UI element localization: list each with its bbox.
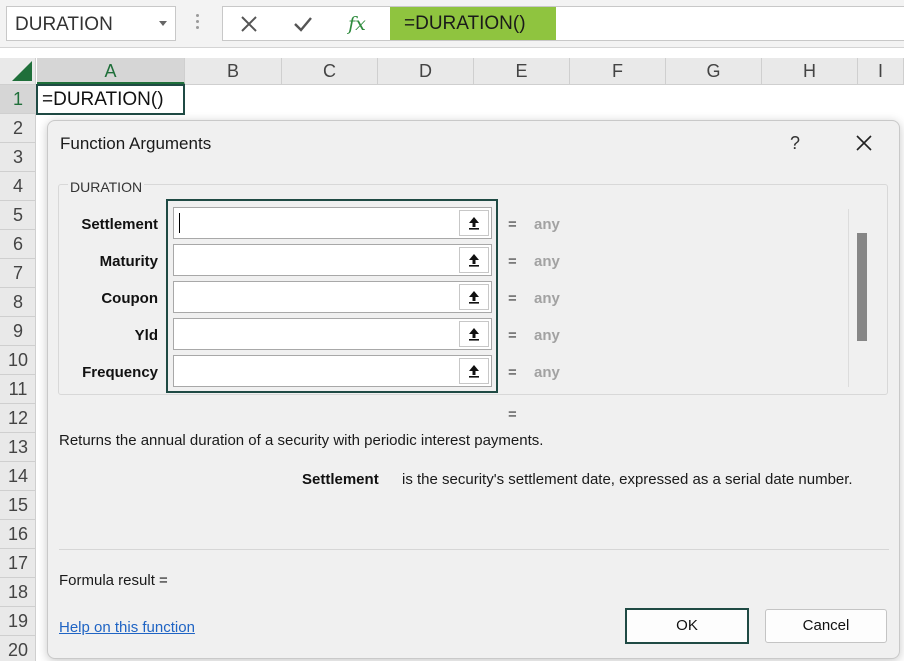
argument-label-coupon: Coupon (101, 290, 158, 307)
name-box[interactable]: DURATION (6, 6, 176, 41)
argument-description-label: Settlement (302, 471, 379, 488)
row-header-2[interactable]: 2 (0, 114, 36, 143)
row-header-1[interactable]: 1 (0, 85, 36, 114)
argument-input-yld[interactable] (173, 318, 492, 350)
argument-equals: = (508, 290, 517, 307)
argument-input-coupon[interactable] (173, 281, 492, 313)
row-header-10[interactable]: 10 (0, 346, 36, 375)
column-header-h[interactable]: H (762, 58, 858, 84)
row-header-17[interactable]: 17 (0, 549, 36, 578)
collapse-dialog-icon[interactable] (459, 358, 489, 384)
argument-input-frequency[interactable] (173, 355, 492, 387)
row-header-4[interactable]: 4 (0, 172, 36, 201)
collapse-dialog-icon[interactable] (459, 247, 489, 273)
argument-equals: = (508, 364, 517, 381)
row-header-14[interactable]: 14 (0, 462, 36, 491)
argument-equals: = (508, 327, 517, 344)
collapse-dialog-icon[interactable] (459, 321, 489, 347)
row-header-3[interactable]: 3 (0, 143, 36, 172)
row-header-6[interactable]: 6 (0, 230, 36, 259)
argument-label-maturity: Maturity (99, 253, 158, 270)
help-link[interactable]: Help on this function (59, 619, 195, 636)
collapse-dialog-icon[interactable] (459, 284, 489, 310)
cancel-button[interactable]: Cancel (765, 609, 887, 643)
row-header-15[interactable]: 15 (0, 491, 36, 520)
column-header-g[interactable]: G (666, 58, 762, 84)
formula-text: =DURATION() (390, 7, 556, 40)
scrollbar-thumb[interactable] (857, 233, 867, 341)
row-header-19[interactable]: 19 (0, 607, 36, 636)
close-icon[interactable] (844, 125, 884, 161)
column-header-f[interactable]: F (570, 58, 666, 84)
function-arguments-dialog: Function Arguments ? DURATION Settlement… (47, 120, 900, 659)
argument-equals: = (508, 216, 517, 233)
row-header-7[interactable]: 7 (0, 259, 36, 288)
argument-result-settlement: any (534, 216, 560, 233)
help-icon[interactable]: ? (776, 125, 814, 161)
name-box-value: DURATION (15, 14, 113, 35)
column-header-i[interactable]: I (858, 58, 904, 84)
row-header-9[interactable]: 9 (0, 317, 36, 346)
row-header-20[interactable]: 20 (0, 636, 36, 661)
function-name: DURATION (68, 179, 145, 195)
column-headers: ABCDEFGHI (37, 58, 904, 85)
argument-result-coupon: any (534, 290, 560, 307)
checkmark-icon[interactable] (283, 7, 323, 40)
ok-button[interactable]: OK (625, 608, 749, 644)
column-header-e[interactable]: E (474, 58, 570, 84)
column-header-c[interactable]: C (282, 58, 378, 84)
row-header-13[interactable]: 13 (0, 433, 36, 462)
formula-bar: DURATION fx =DURATION() (0, 0, 904, 48)
argument-label-yld: Yld (134, 327, 158, 344)
cancel-icon[interactable] (229, 7, 269, 40)
more-options-icon (196, 14, 200, 34)
formula-input[interactable]: =DURATION() (390, 6, 904, 41)
argument-input-settlement[interactable] (173, 207, 492, 239)
row-header-5[interactable]: 5 (0, 201, 36, 230)
row-header-12[interactable]: 12 (0, 404, 36, 433)
dialog-title: Function Arguments (60, 134, 212, 153)
column-header-d[interactable]: D (378, 58, 474, 84)
formula-result: Formula result = (59, 572, 168, 589)
argument-description-text: is the security's settlement date, expre… (402, 471, 853, 488)
function-description: Returns the annual duration of a securit… (59, 432, 544, 449)
argument-label-settlement: Settlement (81, 216, 158, 233)
row-header-8[interactable]: 8 (0, 288, 36, 317)
argument-input-maturity[interactable] (173, 244, 492, 276)
argument-equals: = (508, 253, 517, 270)
argument-label-frequency: Frequency (82, 364, 158, 381)
column-header-b[interactable]: B (185, 58, 282, 84)
chevron-down-icon[interactable] (159, 21, 167, 26)
active-cell-a1[interactable]: =DURATION() (36, 84, 185, 115)
insert-function-icon[interactable]: fx (337, 7, 377, 40)
row-header-18[interactable]: 18 (0, 578, 36, 607)
argument-result-frequency: any (534, 364, 560, 381)
argument-result-yld: any (534, 327, 560, 344)
argument-result-maturity: any (534, 253, 560, 270)
collapse-dialog-icon[interactable] (459, 210, 489, 236)
row-header-16[interactable]: 16 (0, 520, 36, 549)
row-headers: 1 2 3 4 5 6 7 8 9 10 11 12 13 14 15 16 17 18 19 20 (0, 85, 36, 661)
divider (59, 549, 889, 550)
row-header-11[interactable]: 11 (0, 375, 36, 404)
select-all-corner[interactable] (0, 58, 36, 85)
column-header-a[interactable]: A (37, 58, 185, 85)
text-cursor (179, 213, 180, 233)
function-result-equals: = (508, 406, 517, 423)
formula-tools: fx (222, 6, 390, 41)
